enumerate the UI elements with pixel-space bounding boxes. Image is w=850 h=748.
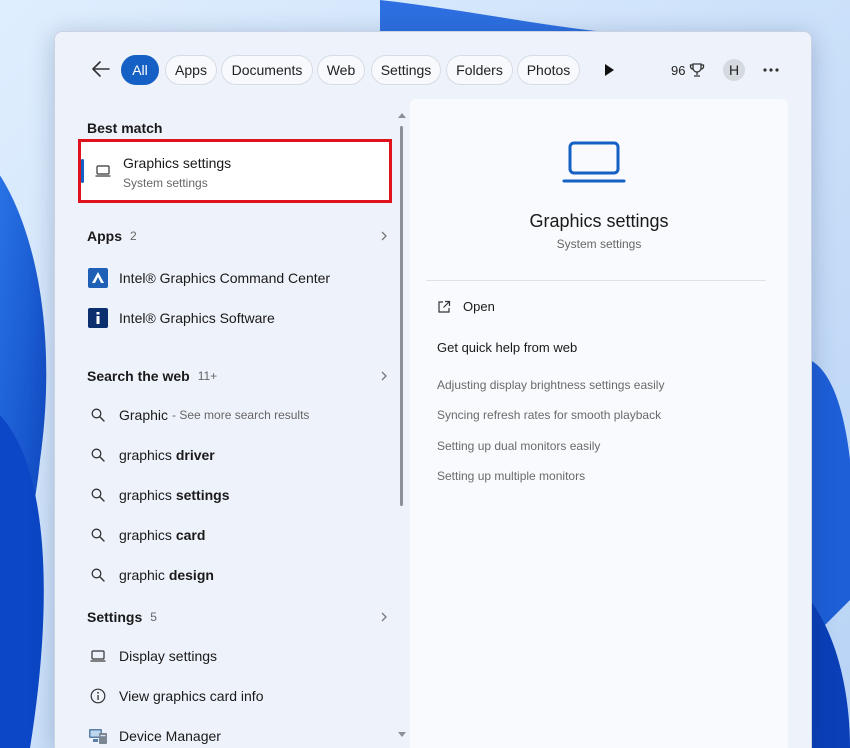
divider (426, 280, 766, 281)
back-button[interactable] (89, 57, 113, 81)
tab-folders[interactable]: Folders (446, 55, 513, 85)
web-section-header[interactable]: Search the web 11+ (87, 364, 387, 388)
play-icon[interactable] (602, 63, 616, 77)
help-link[interactable]: Adjusting display brightness settings ea… (437, 378, 664, 392)
apps-header-label: Apps (87, 228, 122, 244)
intel-info-icon (87, 307, 109, 329)
web-result-prefix: graphic (119, 567, 169, 583)
app-item-intel-command-center[interactable]: Intel® Graphics Command Center (87, 263, 387, 293)
chevron-right-icon[interactable] (379, 612, 389, 622)
web-result-item[interactable]: graphics card (87, 520, 387, 550)
app-item-intel-graphics-software[interactable]: Intel® Graphics Software (87, 303, 387, 333)
web-result-suggestion: card (175, 527, 206, 543)
chevron-right-icon[interactable] (379, 231, 389, 241)
results-list: Best match Graphics settings System sett… (77, 108, 399, 748)
best-match-header-label: Best match (87, 120, 163, 136)
search-icon (87, 564, 109, 586)
settings-item-label: Device Manager (119, 728, 221, 744)
trophy-icon (690, 63, 705, 77)
laptop-icon (95, 165, 111, 177)
more-options-button[interactable] (761, 60, 781, 80)
filter-bar: All Apps Documents Web Settings Folders … (55, 32, 811, 108)
search-icon (87, 444, 109, 466)
scroll-thumb[interactable] (400, 126, 403, 506)
web-result-prefix: graphics (119, 447, 176, 463)
open-action-label: Open (463, 299, 495, 314)
web-result-item[interactable]: graphic design (87, 560, 387, 590)
best-match-subtitle: System settings (123, 176, 208, 190)
best-match-title: Graphics settings (123, 155, 232, 171)
preview-title: Graphics settings (529, 211, 669, 231)
web-result-prefix: graphics (119, 527, 176, 543)
laptop-icon (562, 141, 626, 183)
apps-section-header[interactable]: Apps 2 (87, 224, 387, 248)
preview-subtitle: System settings (556, 237, 642, 251)
web-result-item[interactable]: graphics driver (87, 440, 387, 470)
best-match-item[interactable]: Graphics settings System settings (79, 141, 389, 203)
web-result-hint: - See more search results (172, 408, 310, 422)
app-item-label: Intel® Graphics Software (119, 310, 275, 326)
best-match-header: Best match (87, 120, 162, 136)
settings-section-header[interactable]: Settings 5 (87, 605, 387, 629)
web-result-prefix: graphics (119, 487, 176, 503)
tab-documents[interactable]: Documents (221, 55, 313, 85)
rewards-points[interactable]: 96 (671, 62, 705, 78)
settings-item-label: View graphics card info (119, 688, 264, 704)
help-link[interactable]: Setting up multiple monitors (437, 469, 585, 483)
search-icon (87, 484, 109, 506)
settings-header-label: Settings (87, 609, 143, 625)
tab-all[interactable]: All (121, 55, 159, 85)
web-result-prefix: Graphic (119, 407, 169, 423)
laptop-icon (87, 645, 109, 667)
search-panel: All Apps Documents Web Settings Folders … (54, 31, 812, 748)
ellipsis-icon (763, 68, 779, 72)
tab-apps[interactable]: Apps (165, 55, 217, 85)
web-result-item[interactable]: graphics settings (87, 480, 387, 510)
chevron-right-icon[interactable] (379, 371, 389, 381)
arrow-left-icon (92, 61, 110, 77)
info-icon (87, 685, 109, 707)
web-count: 11+ (197, 369, 218, 383)
scroll-down-icon[interactable] (398, 732, 406, 738)
preview-pane: Graphics settings System settings Open G… (410, 99, 788, 748)
results-scrollbar[interactable] (398, 112, 406, 738)
web-result-suggestion: design (168, 567, 214, 583)
open-external-icon (438, 300, 451, 313)
quick-help-header: Get quick help from web (437, 340, 578, 355)
settings-count: 5 (150, 610, 157, 624)
search-icon (87, 524, 109, 546)
web-result-suggestion: driver (175, 447, 215, 463)
settings-item-label: Display settings (119, 648, 218, 664)
settings-item-display[interactable]: Display settings (87, 641, 387, 671)
open-action[interactable]: Open (437, 299, 495, 314)
web-header-label: Search the web (87, 368, 190, 384)
search-icon (87, 404, 109, 426)
help-link[interactable]: Syncing refresh rates for smooth playbac… (437, 408, 661, 422)
intel-command-center-icon (87, 267, 109, 289)
settings-item-graphics-card-info[interactable]: View graphics card info (87, 681, 387, 711)
points-value: 96 (671, 62, 686, 78)
tab-settings[interactable]: Settings (371, 55, 441, 85)
settings-item-device-manager[interactable]: Device Manager (87, 721, 387, 748)
web-result-suggestion: settings (175, 487, 230, 503)
device-manager-icon (87, 725, 109, 747)
tab-photos[interactable]: Photos (517, 55, 580, 85)
tab-web[interactable]: Web (317, 55, 365, 85)
web-result-item[interactable]: Graphic - See more search results (87, 400, 387, 430)
selection-indicator (81, 159, 84, 183)
app-item-label: Intel® Graphics Command Center (119, 270, 331, 286)
avatar[interactable]: H (723, 59, 745, 81)
apps-count: 2 (130, 229, 137, 243)
help-link[interactable]: Setting up dual monitors easily (437, 439, 600, 453)
scroll-up-icon[interactable] (398, 112, 406, 118)
